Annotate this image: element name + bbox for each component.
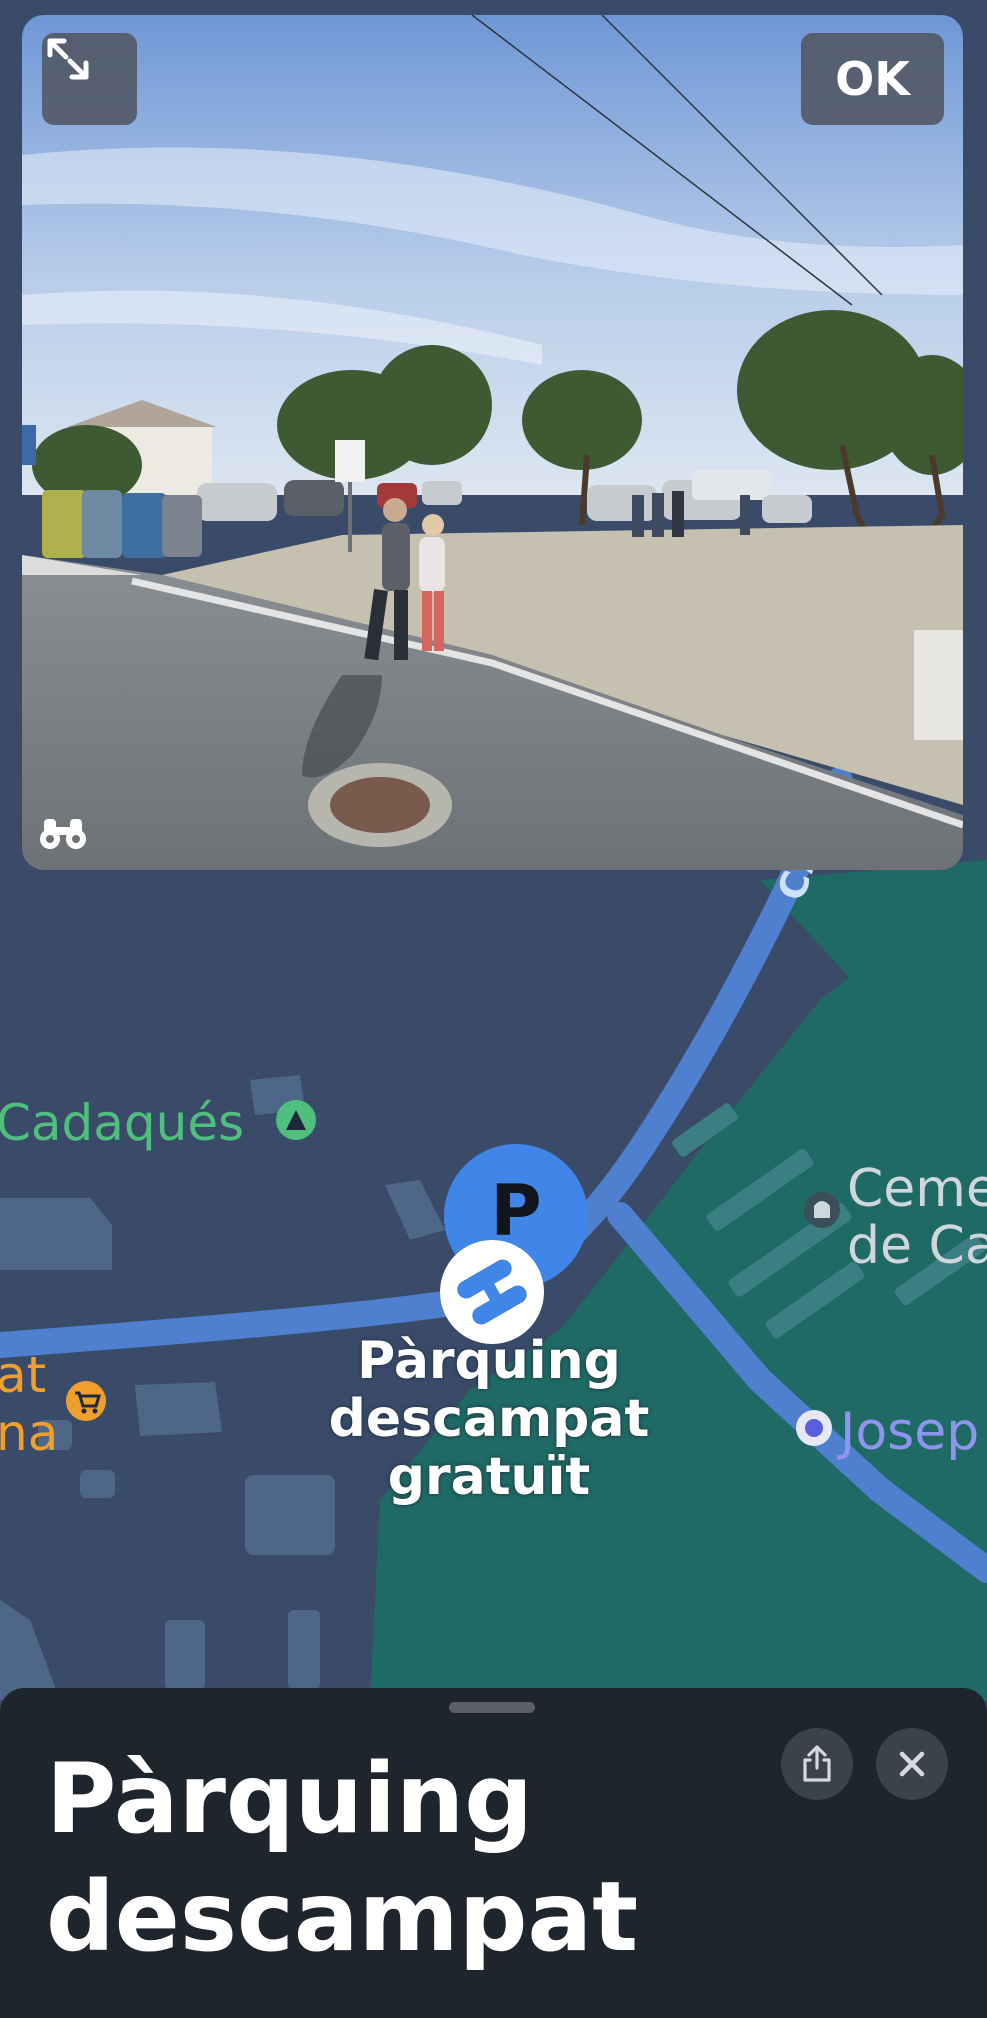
close-button[interactable] [876, 1728, 948, 1800]
binoculars-icon [40, 819, 86, 849]
look-around-pin[interactable] [440, 1240, 544, 1344]
parking-label-line2: descampat [328, 1389, 650, 1449]
place-title: Pàrquing descampat [46, 1743, 639, 1973]
cemetery-label-line1[interactable]: Ceme [847, 1163, 987, 1215]
look-around-preview[interactable]: OK [22, 15, 963, 870]
street-photo [22, 15, 963, 870]
expand-arrows-icon [47, 38, 89, 80]
parking-label-line3: gratuït [387, 1447, 591, 1507]
cemetery-icon [804, 1192, 840, 1228]
shopping-cart-icon [66, 1381, 106, 1421]
sheet-grabber[interactable] [449, 1702, 535, 1713]
share-icon [803, 1745, 831, 1782]
shop-label-line2[interactable]: na [0, 1408, 58, 1458]
place-label[interactable]: Josep [840, 1406, 979, 1458]
binoculars-badge [38, 811, 88, 853]
campsite-label[interactable]: Cadaqués [0, 1098, 244, 1148]
close-icon [899, 1751, 925, 1777]
shop-label-line1[interactable]: at [0, 1350, 46, 1400]
cemetery-label-line2[interactable]: de Ca [847, 1220, 987, 1272]
share-button[interactable] [781, 1728, 853, 1800]
campsite-icon [276, 1100, 316, 1140]
ok-button[interactable]: OK [801, 33, 944, 125]
binoculars-icon [457, 1259, 527, 1325]
place-sheet[interactable]: Pàrquing descampat [0, 1688, 987, 2018]
expand-button[interactable] [42, 33, 137, 125]
parking-label-line1: Pàrquing [357, 1331, 621, 1391]
place-marker-icon [796, 1410, 832, 1446]
